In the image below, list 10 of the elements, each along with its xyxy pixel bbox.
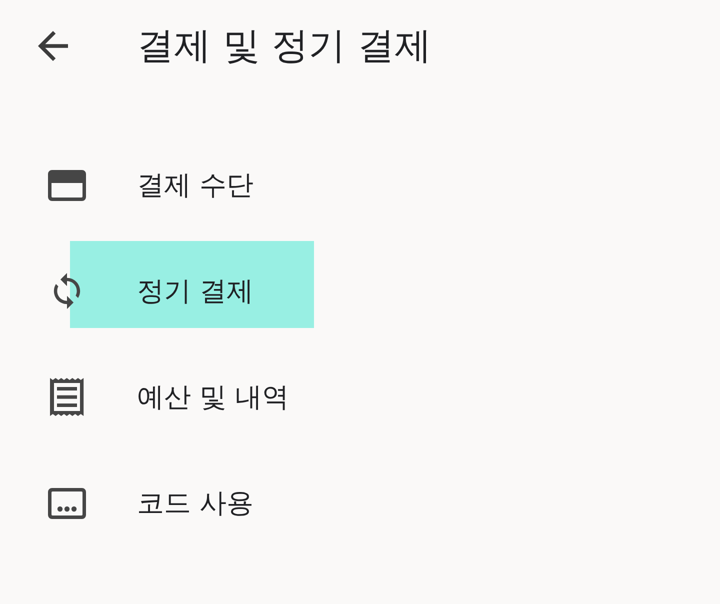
menu-item[interactable]: 정기 결제 (0, 238, 278, 344)
menu-item[interactable]: 예산 및 내역 (0, 344, 314, 450)
back-arrow-icon (38, 31, 68, 61)
sync-icon (52, 273, 82, 309)
receipt-icon (50, 378, 84, 416)
credit-card-icon (48, 170, 86, 200)
menu-item[interactable]: 결제 수단 (0, 132, 278, 238)
menu-item[interactable]: 코드 사용 (0, 450, 278, 556)
page-title: 결제 및 정기 결제 (137, 24, 432, 68)
dots-box-icon (48, 488, 86, 518)
